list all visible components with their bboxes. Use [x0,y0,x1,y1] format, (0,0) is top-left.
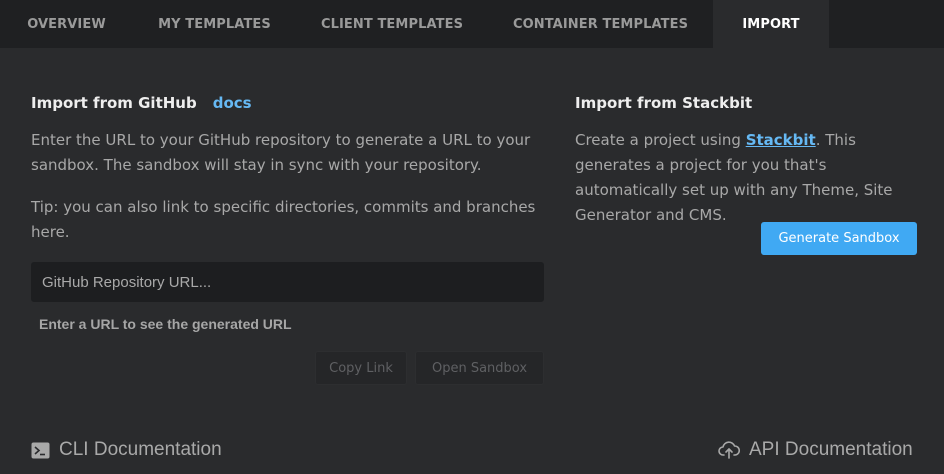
api-documentation-label: API Documentation [749,439,913,460]
terminal-icon [31,442,50,459]
open-sandbox-button[interactable]: Open Sandbox [415,351,544,385]
generate-sandbox-button[interactable]: Generate Sandbox [761,222,917,255]
tab-container-templates[interactable]: CONTAINER TEMPLATES [488,0,713,48]
github-description: Enter the URL to your GitHub repository … [31,131,531,174]
cli-documentation-link[interactable]: CLI Documentation [31,437,222,463]
cli-documentation-label: CLI Documentation [59,439,222,460]
copy-link-button[interactable]: Copy Link [315,351,407,385]
github-import-section: Import from GitHub docs Enter the URL to … [31,92,546,245]
tab-bar: OVERVIEW MY TEMPLATES CLIENT TEMPLATES C… [0,0,944,48]
stackbit-link[interactable]: Stackbit [746,131,816,149]
tab-overview[interactable]: OVERVIEW [0,0,133,48]
stackbit-heading: Import from Stackbit [575,94,753,112]
api-documentation-link[interactable]: API Documentation [718,437,913,463]
github-heading: Import from GitHub docs [31,92,546,114]
github-tip: Tip: you can also link to specific direc… [31,198,536,241]
tab-my-templates[interactable]: MY TEMPLATES [133,0,296,48]
github-heading-text: Import from GitHub [31,94,197,112]
github-url-input[interactable] [31,262,544,302]
stackbit-description: Create a project using Stackbit. This ge… [575,128,920,228]
tab-client-templates[interactable]: CLIENT TEMPLATES [296,0,488,48]
cloud-upload-icon [718,441,740,459]
generated-url-hint: Enter a URL to see the generated URL [39,316,292,332]
stackbit-text-before: Create a project using [575,131,746,149]
docs-link[interactable]: docs [213,94,252,112]
stackbit-import-section: Import from Stackbit Create a project us… [575,92,920,228]
tab-import[interactable]: IMPORT [713,0,829,48]
